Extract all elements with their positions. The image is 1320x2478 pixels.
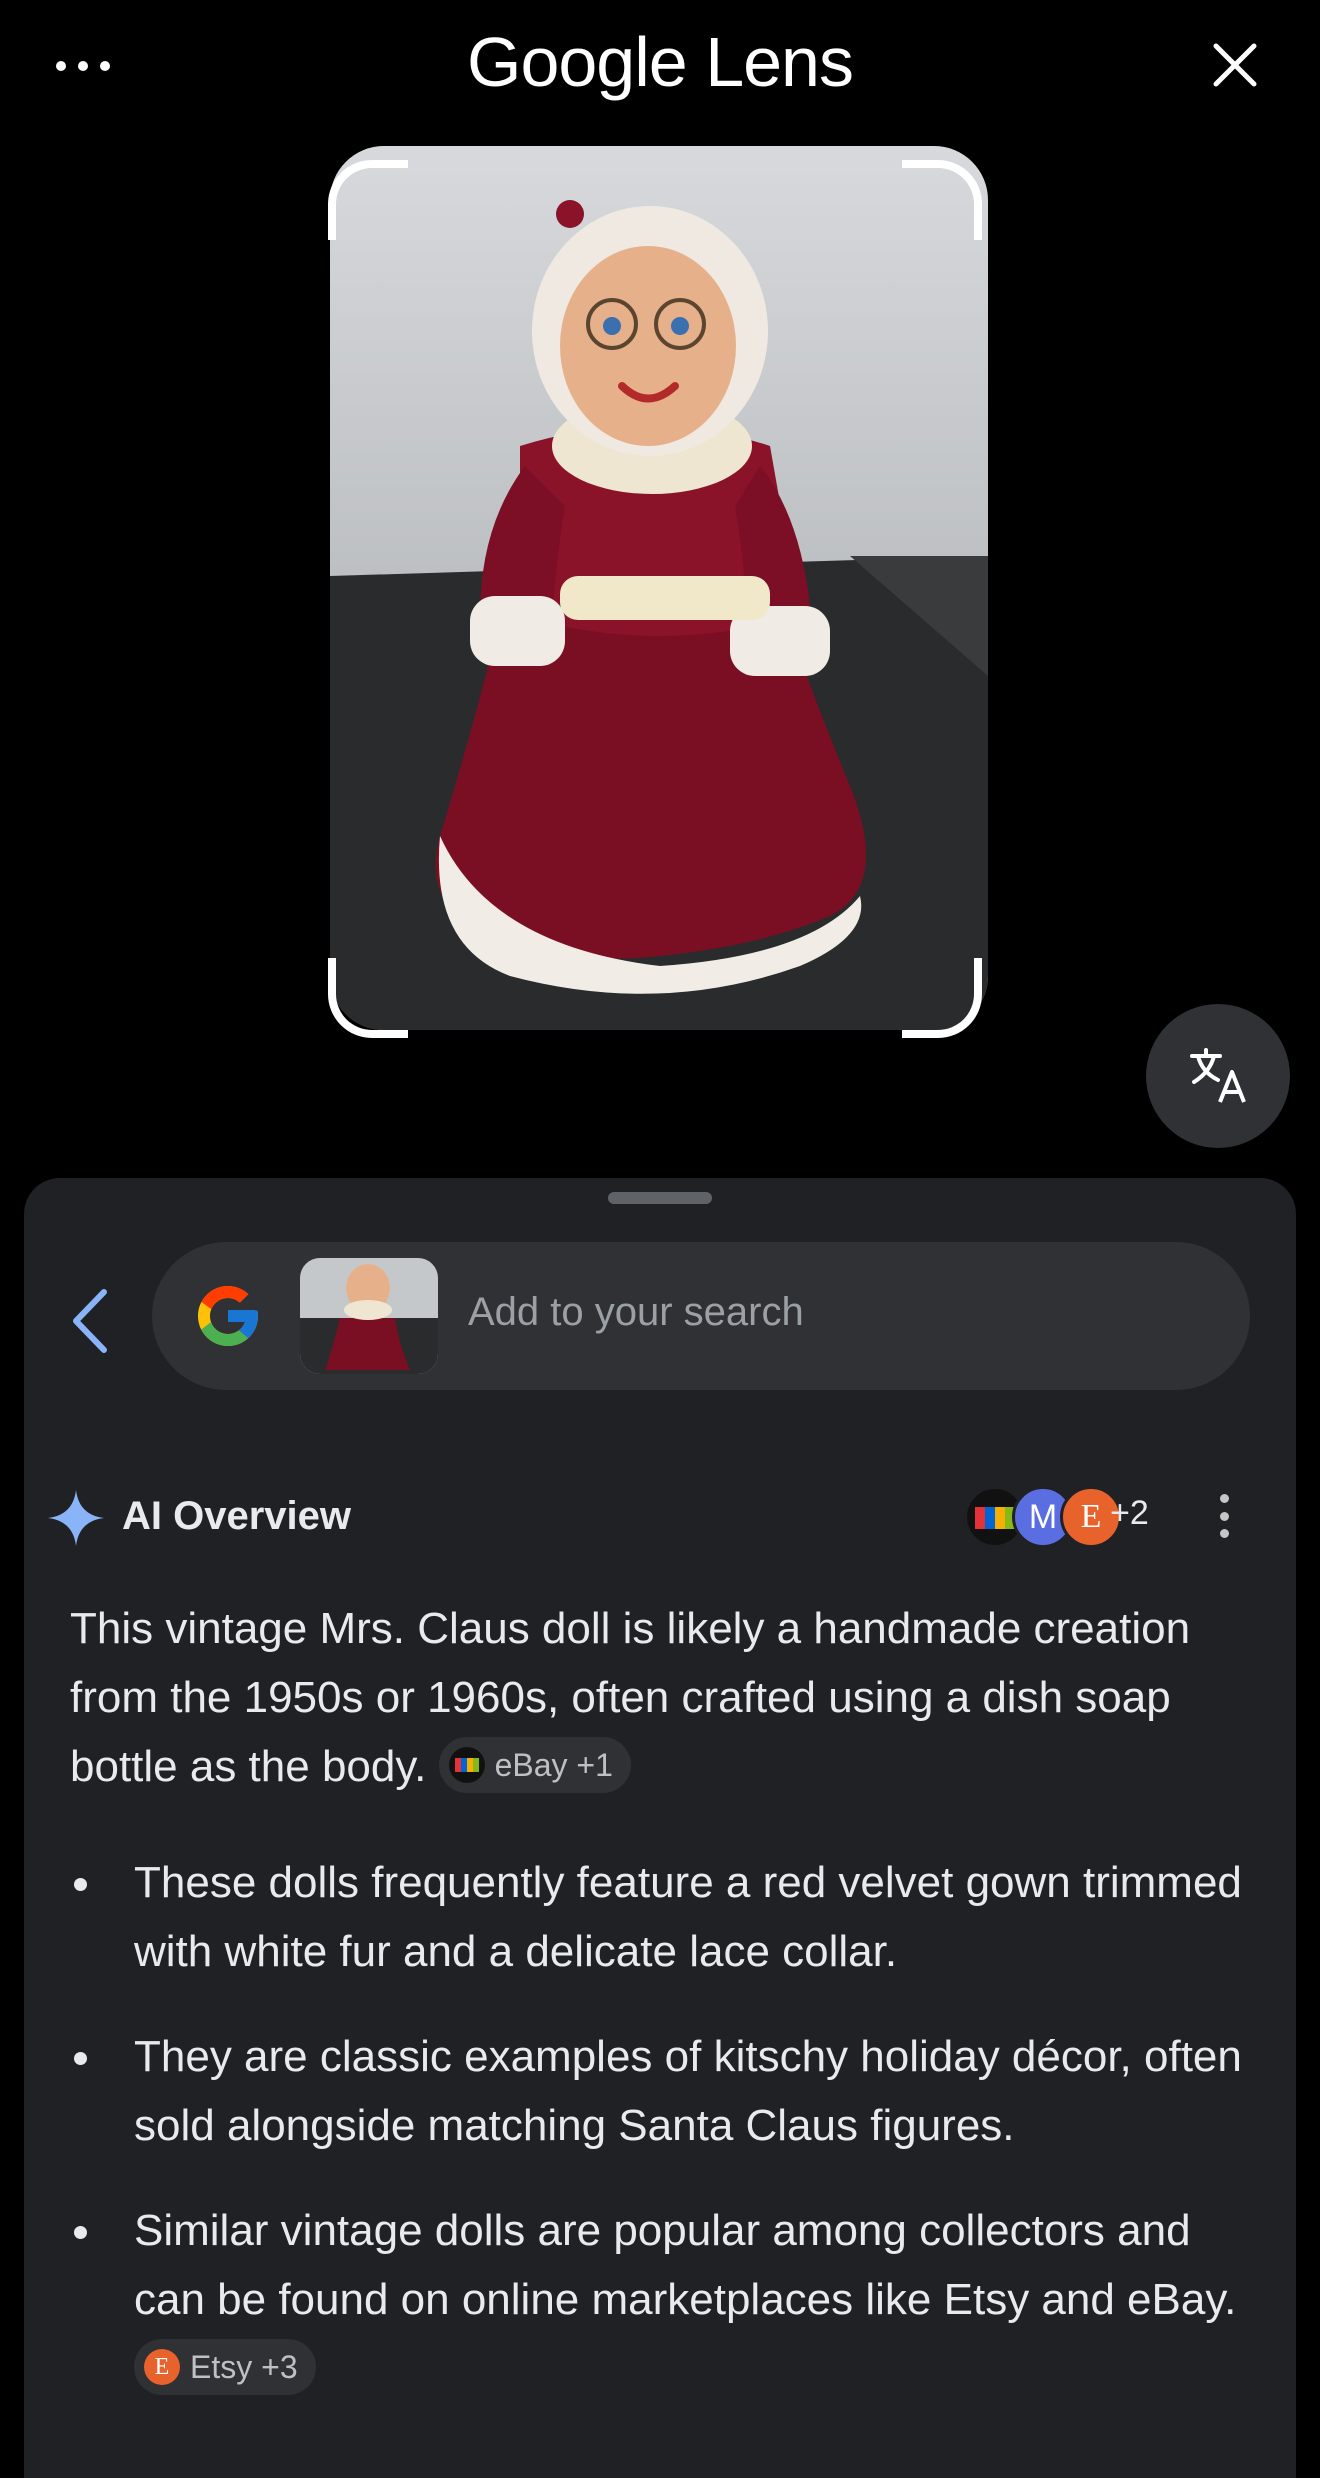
translate-icon xyxy=(1190,1048,1246,1103)
list-item: Similar vintage dolls are popular among … xyxy=(70,2196,1260,2403)
product-name: Lens xyxy=(705,23,854,101)
search-placeholder: Add to your search xyxy=(468,1290,804,1334)
ai-summary-paragraph: This vintage Mrs. Claus doll is likely a… xyxy=(70,1594,1260,1801)
list-item: These dolls frequently feature a red vel… xyxy=(70,1848,1260,1986)
image-thumbnail[interactable] xyxy=(300,1258,438,1374)
etsy-chip-icon: E xyxy=(144,2349,180,2386)
search-bar[interactable]: Add to your search xyxy=(152,1242,1250,1390)
doll-photo xyxy=(330,146,988,1030)
ebay-chip-icon xyxy=(448,1747,485,1784)
translate-button[interactable] xyxy=(1146,1004,1290,1148)
source-chip-label: eBay +1 xyxy=(494,1747,613,1784)
more-sources-count[interactable]: +2 xyxy=(1110,1494,1149,1533)
selected-image[interactable] xyxy=(330,146,988,1030)
crop-corner-bottom-right[interactable] xyxy=(902,958,982,1038)
close-icon[interactable] xyxy=(1210,40,1260,90)
ai-bullet-list: These dolls frequently feature a red vel… xyxy=(70,1848,1260,2439)
ai-overview-title: AI Overview xyxy=(122,1494,352,1538)
source-chip-label: Etsy +3 xyxy=(190,2349,298,2386)
bullet-text: They are classic examples of kitschy hol… xyxy=(134,2032,1242,2150)
header: Google Lens xyxy=(0,0,1320,140)
brand-name: Google xyxy=(467,23,688,101)
source-chip-ebay[interactable]: eBay +1 xyxy=(438,1737,631,1794)
app-title: Google Lens xyxy=(0,22,1320,102)
overflow-menu-icon[interactable] xyxy=(1216,1494,1232,1538)
back-arrow-icon[interactable] xyxy=(66,1286,116,1356)
list-item: They are classic examples of kitschy hol… xyxy=(70,2022,1260,2160)
drag-handle[interactable] xyxy=(608,1192,712,1204)
source-chip-etsy[interactable]: E Etsy +3 xyxy=(134,2339,316,2396)
crop-corner-bottom-left[interactable] xyxy=(328,958,408,1038)
crop-corner-top-left[interactable] xyxy=(328,160,408,240)
gemini-sparkle-icon xyxy=(48,1490,104,1546)
bullet-text: These dolls frequently feature a red vel… xyxy=(134,1858,1242,1976)
ai-overview-header: AI Overview M E +2 xyxy=(46,1480,1246,1560)
google-g-icon xyxy=(198,1286,258,1346)
bullet-text: Similar vintage dolls are popular among … xyxy=(134,2206,1237,2324)
